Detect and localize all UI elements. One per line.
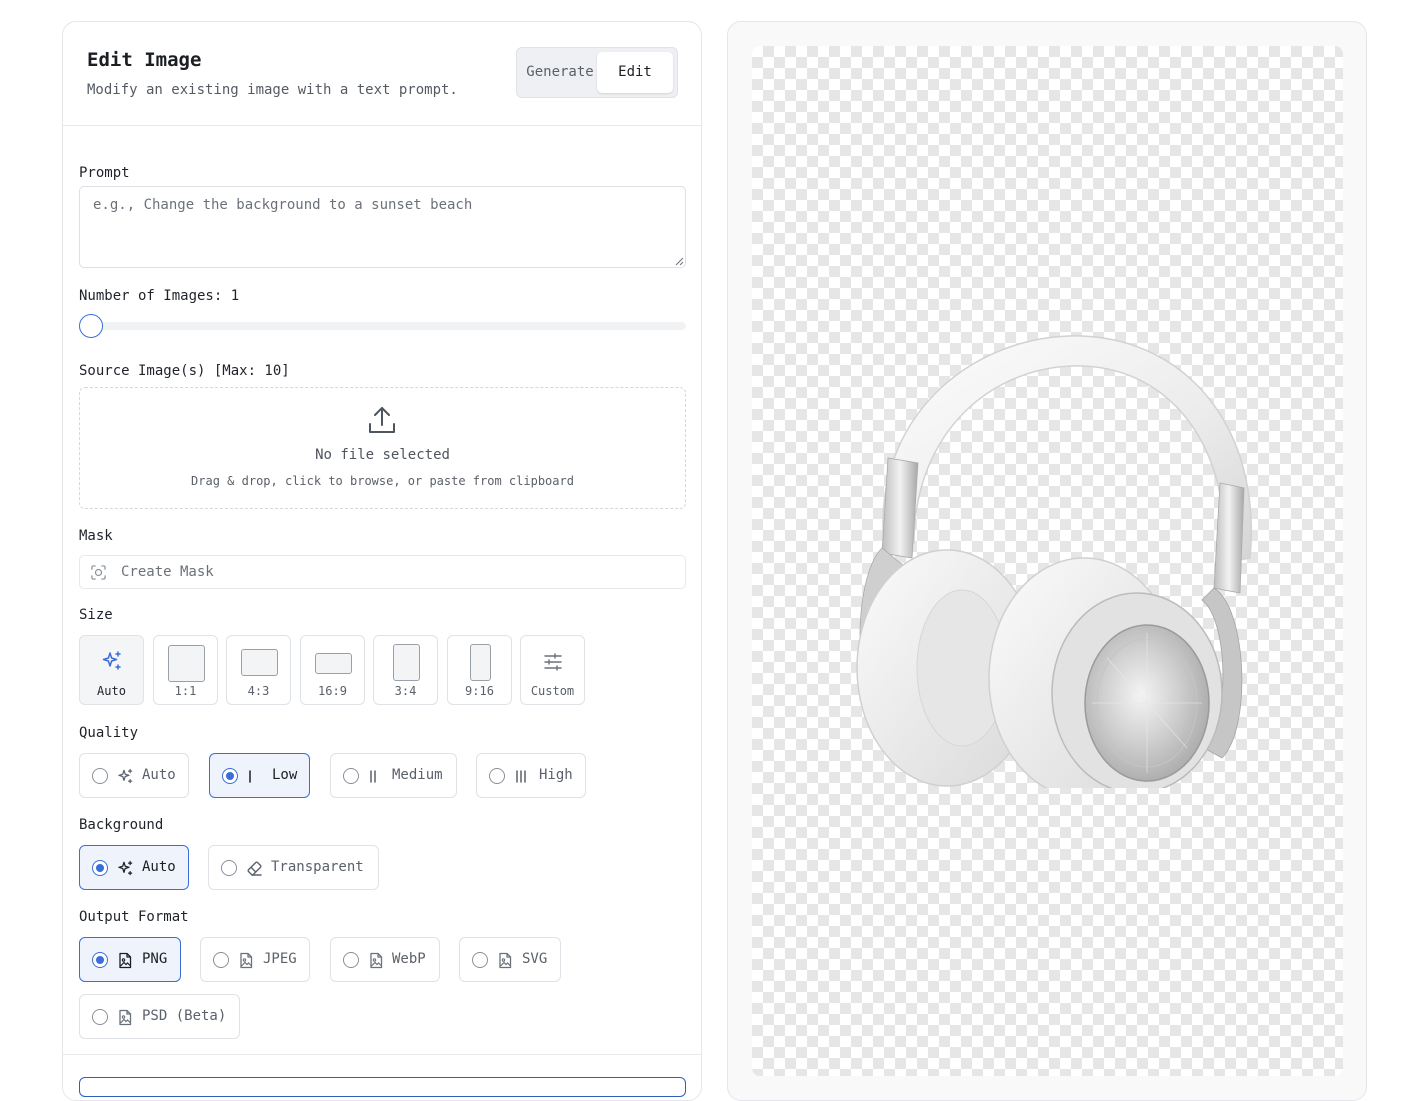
size-option-custom[interactable]: Custom <box>520 635 585 705</box>
radio-button <box>92 860 108 876</box>
quality-label: Quality <box>79 725 139 741</box>
size-option-3-4[interactable]: 3:4 <box>373 635 438 705</box>
num-images-slider-thumb[interactable] <box>79 314 103 338</box>
radio-button <box>472 952 488 968</box>
source-images-label: Source Image(s) [Max: 10] <box>79 363 290 379</box>
format-option-webp-label: WebP <box>392 951 426 967</box>
background-option-transparent-label: Transparent <box>271 859 364 875</box>
size-option-9-16-label: 9:16 <box>465 684 494 698</box>
mask-label: Mask <box>79 528 113 544</box>
format-option-png-label: PNG <box>142 951 168 967</box>
format-option-svg-label: SVG <box>522 951 548 967</box>
size-option-3-4-label: 3:4 <box>394 684 417 698</box>
background-label: Background <box>79 817 164 833</box>
quality-option-low-label: Low <box>272 767 298 783</box>
landscape-4-3-shape-icon <box>241 649 278 676</box>
format-option-png[interactable]: PNG <box>79 937 181 982</box>
file-image-icon <box>370 952 383 969</box>
prompt-label: Prompt <box>79 165 130 181</box>
landscape-16-9-shape-icon <box>315 653 352 674</box>
edit-form-panel: Edit Image Modify an existing image with… <box>62 21 702 1101</box>
sliders-icon <box>544 653 562 671</box>
create-mask-label: Create Mask <box>121 564 214 580</box>
signal-medium-icon <box>370 770 376 783</box>
num-images-label: Number of Images: 1 <box>79 288 240 304</box>
dropzone-status: No file selected <box>315 447 450 463</box>
page-title: Edit Image <box>87 49 202 71</box>
format-option-psd[interactable]: PSD (Beta) <box>79 994 240 1039</box>
radio-button <box>343 768 359 784</box>
tab-generate[interactable]: Generate <box>521 52 599 93</box>
file-image-icon <box>119 952 132 969</box>
radio-button <box>213 952 229 968</box>
format-option-svg[interactable]: SVG <box>459 937 561 982</box>
file-image-icon <box>240 952 253 969</box>
background-option-auto-label: Auto <box>142 859 176 875</box>
size-option-16-9-label: 16:9 <box>318 684 347 698</box>
radio-button <box>489 768 505 784</box>
scan-face-icon <box>91 565 106 580</box>
signal-low-icon <box>249 770 251 783</box>
quality-option-high[interactable]: High <box>476 753 586 798</box>
source-image-dropzone[interactable]: No file selected Drag & drop, click to b… <box>79 387 686 509</box>
sparkles-icon <box>118 768 133 784</box>
format-option-webp[interactable]: WebP <box>330 937 440 982</box>
portrait-9-16-shape-icon <box>470 644 491 681</box>
format-option-jpeg-label: JPEG <box>263 951 297 967</box>
quality-option-low[interactable]: Low <box>209 753 310 798</box>
quality-option-medium-label: Medium <box>392 767 443 783</box>
signal-high-icon <box>516 770 526 783</box>
panel-header: Edit Image Modify an existing image with… <box>63 22 701 126</box>
radio-dot <box>95 863 104 872</box>
background-option-transparent[interactable]: Transparent <box>208 845 379 890</box>
sparkles-icon <box>102 651 121 670</box>
quality-option-auto[interactable]: Auto <box>79 753 189 798</box>
size-label: Size <box>79 607 113 623</box>
prompt-input[interactable] <box>79 186 686 268</box>
radio-button <box>221 860 237 876</box>
dropzone-hint: Drag & drop, click to browse, or paste f… <box>191 474 574 488</box>
mode-toggle: Generate Edit <box>516 47 678 98</box>
radio-button <box>92 1009 108 1025</box>
square-shape-icon <box>168 645 205 682</box>
num-images-slider-track[interactable] <box>79 322 686 330</box>
file-image-icon <box>499 952 512 969</box>
size-option-auto-label: Auto <box>97 684 126 698</box>
size-option-4-3-label: 4:3 <box>247 684 270 698</box>
headphones-image <box>856 335 1252 788</box>
size-option-16-9[interactable]: 16:9 <box>300 635 365 705</box>
footer-divider <box>63 1054 701 1055</box>
quality-option-auto-label: Auto <box>142 767 176 783</box>
size-option-1-1-label: 1:1 <box>174 684 197 698</box>
radio-button <box>92 952 108 968</box>
portrait-3-4-shape-icon <box>393 644 420 681</box>
size-option-custom-label: Custom <box>530 684 575 698</box>
eraser-icon <box>247 861 262 876</box>
quality-option-medium[interactable]: Medium <box>330 753 457 798</box>
size-option-4-3[interactable]: 4:3 <box>226 635 291 705</box>
image-preview-canvas <box>752 46 1343 1076</box>
create-mask-button[interactable]: Create Mask <box>79 555 686 589</box>
format-option-jpeg[interactable]: JPEG <box>200 937 310 982</box>
submit-button[interactable] <box>79 1077 686 1097</box>
size-option-auto[interactable]: Auto <box>79 635 144 705</box>
preview-panel <box>727 21 1367 1101</box>
background-option-auto[interactable]: Auto <box>79 845 189 890</box>
radio-dot <box>95 955 104 964</box>
sparkles-icon <box>118 860 133 876</box>
size-option-9-16[interactable]: 9:16 <box>447 635 512 705</box>
resize-grip-icon[interactable] <box>674 256 684 266</box>
output-format-label: Output Format <box>79 909 189 925</box>
format-option-psd-label: PSD (Beta) <box>142 1008 227 1024</box>
page-subtitle: Modify an existing image with a text pro… <box>87 82 458 98</box>
file-image-icon <box>119 1009 132 1026</box>
tab-edit[interactable]: Edit <box>597 52 673 93</box>
radio-dot <box>225 771 234 780</box>
quality-option-high-label: High <box>539 767 573 783</box>
size-option-1-1[interactable]: 1:1 <box>153 635 218 705</box>
radio-button <box>343 952 359 968</box>
radio-button <box>92 768 108 784</box>
upload-icon <box>369 407 395 433</box>
radio-button <box>222 768 238 784</box>
